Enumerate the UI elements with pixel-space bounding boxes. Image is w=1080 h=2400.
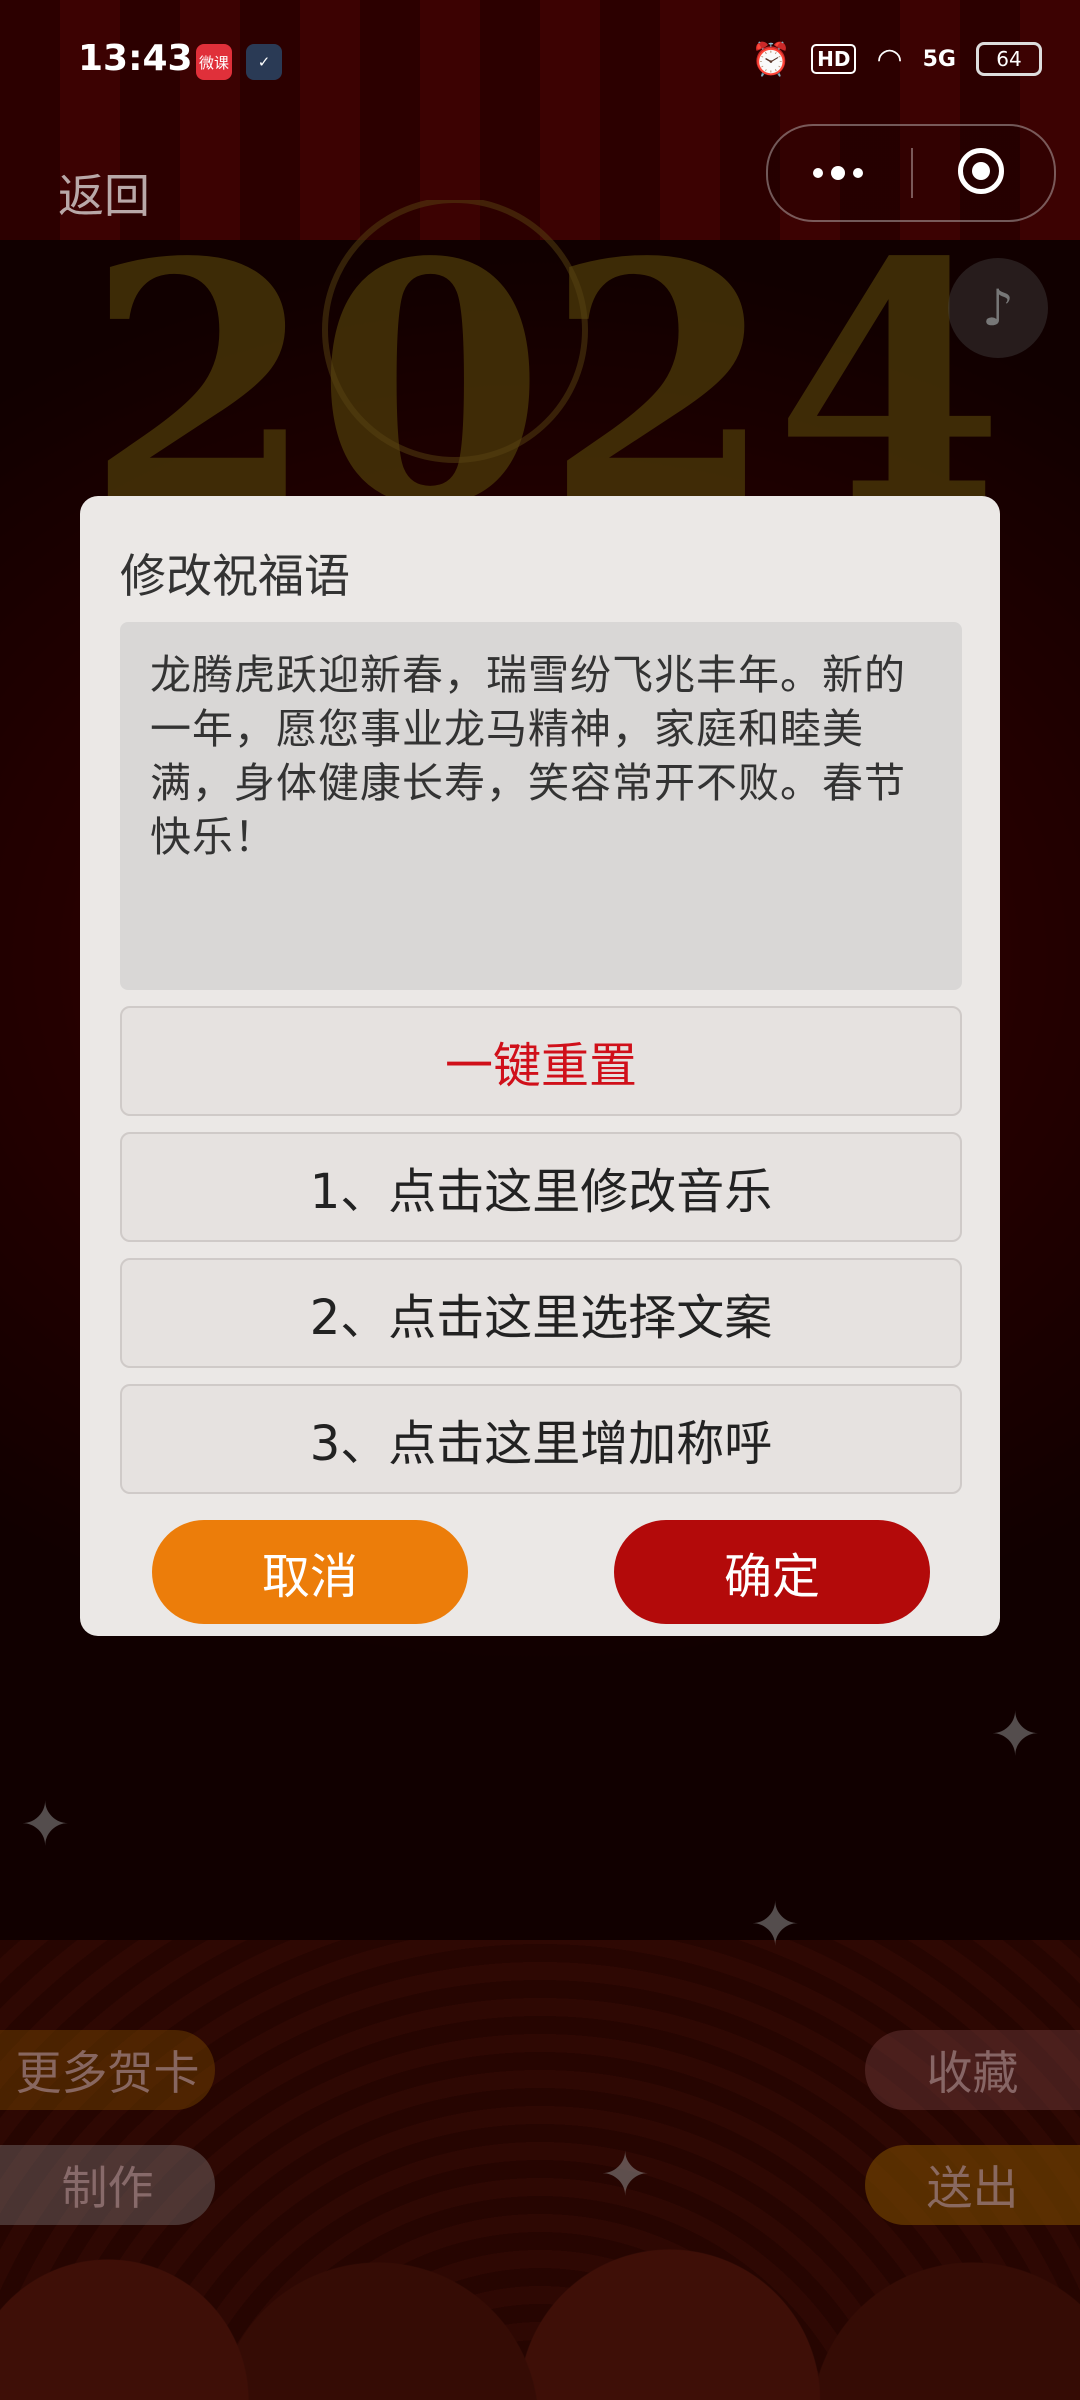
edit-music-button[interactable]: 1、点击这里修改音乐 xyxy=(120,1132,962,1242)
greeting-textarea[interactable]: 龙腾虎跃迎新春，瑞雪纷飞兆丰年。新的一年，愿您事业龙马精神，家庭和睦美满，身体健… xyxy=(120,622,962,990)
capsule-divider xyxy=(911,148,913,198)
close-miniprogram-icon[interactable] xyxy=(958,148,1004,194)
reset-button[interactable]: 一键重置 xyxy=(120,1006,962,1116)
back-button[interactable]: 返回 xyxy=(58,160,150,226)
hd-icon: HD xyxy=(811,44,857,74)
make-button[interactable]: 制作 xyxy=(0,2145,215,2225)
weike-app-icon: 微课 xyxy=(196,44,232,80)
wifi-icon: ◠ xyxy=(876,41,903,77)
dialog-title: 修改祝福语 xyxy=(120,549,350,603)
more-cards-button[interactable]: 更多贺卡 xyxy=(0,2030,215,2110)
signal-5g-icon: 5G xyxy=(922,46,956,72)
miniprogram-capsule xyxy=(766,124,1056,222)
edit-greeting-dialog: 修改祝福语 龙腾虎跃迎新春，瑞雪纷飞兆丰年。新的一年，愿您事业龙马精神，家庭和睦… xyxy=(80,496,1000,1636)
add-salutation-button[interactable]: 3、点击这里增加称呼 xyxy=(120,1384,962,1494)
status-time: 13:43 xyxy=(78,38,193,79)
confirm-button[interactable]: 确定 xyxy=(614,1520,930,1624)
status-icons: ⏰ HD ◠ 5G 64 xyxy=(751,40,1042,78)
favorite-button[interactable]: 收藏 xyxy=(865,2030,1080,2110)
status-bar: 13:43 微课 ✓ ⏰ HD ◠ 5G 64 xyxy=(0,0,1080,120)
more-menu-icon[interactable] xyxy=(768,126,908,220)
music-toggle-icon[interactable]: ♪ xyxy=(948,258,1048,358)
battery-icon: 64 xyxy=(976,42,1042,76)
notification-app-icon: ✓ xyxy=(246,44,282,80)
alarm-icon: ⏰ xyxy=(751,40,792,78)
send-button[interactable]: 送出 xyxy=(865,2145,1080,2225)
choose-text-button[interactable]: 2、点击这里选择文案 xyxy=(120,1258,962,1368)
cancel-button[interactable]: 取消 xyxy=(152,1520,468,1624)
